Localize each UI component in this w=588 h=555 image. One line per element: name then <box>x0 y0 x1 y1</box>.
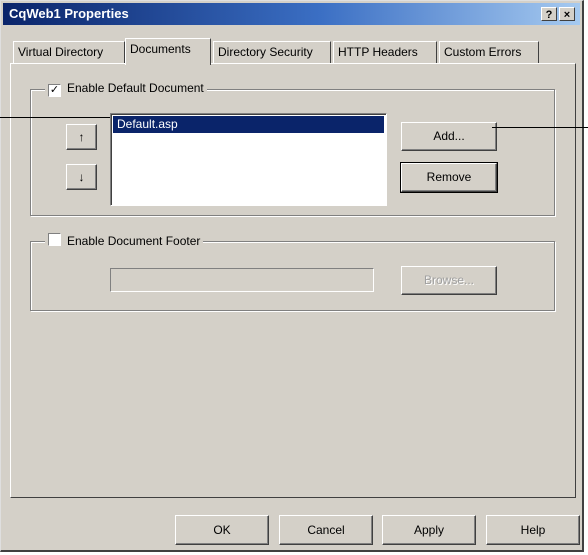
window-title: CqWeb1 Properties <box>9 6 129 21</box>
add-button-label: Add... <box>433 129 465 143</box>
move-down-button[interactable]: ↓ <box>66 164 97 190</box>
tab-label: Custom Errors <box>444 45 522 59</box>
callout-line-left <box>0 117 110 118</box>
remove-button-label: Remove <box>426 170 472 184</box>
title-bar[interactable]: CqWeb1 Properties ? × <box>3 3 580 25</box>
enable-document-footer-label: Enable Document Footer <box>67 234 201 248</box>
help-title-button[interactable]: ? <box>541 7 557 21</box>
tab-http-headers[interactable]: HTTP Headers <box>333 41 437 63</box>
browse-button-label: Browse... <box>423 273 474 287</box>
tab-label: Virtual Directory <box>18 45 104 59</box>
close-button[interactable]: × <box>559 7 575 21</box>
enable-default-document-checkbox[interactable]: ✓ <box>48 84 61 97</box>
ok-button[interactable]: OK <box>175 515 269 545</box>
browse-button[interactable]: Browse... <box>401 266 497 295</box>
apply-button-label: Apply <box>413 523 445 537</box>
list-item[interactable]: Default.asp <box>113 116 384 133</box>
apply-button[interactable]: Apply <box>382 515 476 545</box>
ok-button-label: OK <box>213 523 231 537</box>
remove-button[interactable]: Remove <box>400 162 498 193</box>
help-button[interactable]: Help <box>486 515 580 545</box>
tab-virtual-directory[interactable]: Virtual Directory <box>13 41 125 63</box>
default-document-list[interactable]: Default.asp <box>110 113 387 206</box>
cancel-button-label: Cancel <box>307 523 345 537</box>
enable-document-footer-checkbox[interactable] <box>48 233 61 246</box>
document-footer-legend[interactable]: Enable Document Footer <box>45 233 204 248</box>
add-button[interactable]: Add... <box>401 122 497 151</box>
tab-label: Documents <box>130 42 191 56</box>
enable-default-document-label: Enable Default Document <box>67 81 204 95</box>
tab-label: Directory Security <box>218 45 313 59</box>
arrow-down-icon: ↓ <box>78 170 85 184</box>
footer-path-input[interactable] <box>110 268 374 292</box>
help-button-label: Help <box>520 523 546 537</box>
cancel-button[interactable]: Cancel <box>279 515 373 545</box>
tab-custom-errors[interactable]: Custom Errors <box>439 41 539 63</box>
default-document-legend[interactable]: ✓ Enable Default Document <box>45 81 207 97</box>
tab-label: HTTP Headers <box>338 45 418 59</box>
properties-dialog: CqWeb1 Properties ? × Virtual Directory … <box>0 0 584 552</box>
arrow-up-icon: ↑ <box>78 130 85 144</box>
tab-documents[interactable]: Documents <box>125 38 211 65</box>
callout-line-right <box>492 127 588 128</box>
close-icon: × <box>563 9 571 21</box>
help-icon: ? <box>545 9 553 21</box>
tab-directory-security[interactable]: Directory Security <box>213 41 331 63</box>
move-up-button[interactable]: ↑ <box>66 124 97 150</box>
